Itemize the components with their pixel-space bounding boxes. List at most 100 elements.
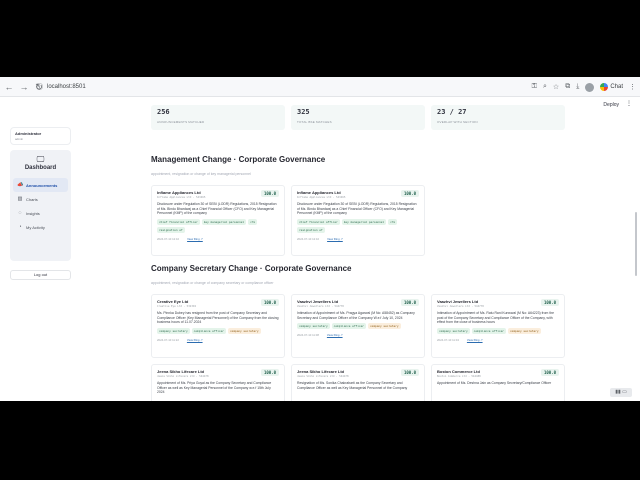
card-footer: 2024-07-10 11:04 View filing ↗ bbox=[437, 338, 559, 342]
announcement-text: Appointment of Ms. Deshna Jain as Compan… bbox=[437, 381, 552, 385]
arrow-right-icon[interactable]: → bbox=[18, 81, 30, 93]
star-icon[interactable]: ☆ bbox=[553, 83, 559, 91]
browser-actions: ⚿ ⌕ ☆ ⧉ ⤓ Chat ⋮ bbox=[532, 80, 636, 94]
sidebar-item-label: My Activity bbox=[26, 224, 45, 230]
media-controls-button[interactable]: ▮▮ ▭ bbox=[610, 388, 632, 397]
section-subtitle: appointment, resignation or change of co… bbox=[151, 281, 274, 285]
app-menu-icon[interactable]: ⋮ bbox=[626, 100, 632, 107]
keyword-tag: chief financial officer bbox=[297, 218, 340, 225]
user-role: admin bbox=[15, 137, 24, 141]
score-badge: 100.0 bbox=[260, 190, 279, 197]
user-name: Administrator bbox=[15, 131, 42, 136]
card-header: Creative Eye Ltd Creative Eye Ltd · 5323… bbox=[157, 299, 279, 308]
monitor-icon: 🖵 bbox=[36, 155, 45, 164]
sidebar-item-charts[interactable]: ▥ Charts bbox=[13, 192, 68, 206]
keyword-tags: chief financial officer key managerial p… bbox=[297, 218, 419, 233]
profile-avatar[interactable] bbox=[585, 82, 595, 92]
sidebar-item-insights[interactable]: ◌ Insights bbox=[13, 206, 68, 220]
company-name: Inflame Appliances Ltd bbox=[157, 190, 201, 195]
announcement-text: Disclosure under Regulation 30 of SEBI (… bbox=[297, 202, 417, 216]
company-name: Creative Eye Ltd bbox=[157, 299, 189, 304]
keyword-tag: company secretary bbox=[297, 323, 330, 330]
company-name: Vaazhvi Jewellers Ltd bbox=[437, 299, 479, 304]
company-meta: Inflame Appliances Ltd · 543465 bbox=[297, 196, 346, 199]
keyword-tag: cfo bbox=[388, 218, 398, 225]
company-meta: Creative Eye Ltd · 532392 bbox=[157, 305, 197, 308]
card-header: Vaazhvi Jewellers Ltd Vaazhvi Jewellers … bbox=[437, 299, 559, 308]
view-filing-link[interactable]: View filing ↗ bbox=[327, 237, 343, 241]
user-card: Administrator admin bbox=[10, 127, 71, 145]
extensions-icon[interactable]: ⧉ bbox=[565, 83, 570, 91]
announcement-text: Intimation of Appointment of Ms. Ratu Ra… bbox=[437, 311, 555, 325]
score-badge: 100.0 bbox=[260, 299, 279, 306]
metric-label: TOTAL BSE MATCHES bbox=[297, 120, 332, 124]
score-badge: 100.0 bbox=[260, 369, 279, 376]
dashboard-title: Dashboard bbox=[24, 165, 57, 171]
score-badge: 100.0 bbox=[400, 299, 419, 306]
zoom-icon[interactable]: ⌕ bbox=[543, 83, 547, 91]
view-filing-link[interactable]: View filing ↗ bbox=[187, 237, 203, 241]
sidebar-item-label: Insights bbox=[26, 210, 40, 216]
sidebar-item-my-activity[interactable]: ◔ My Activity bbox=[13, 220, 68, 234]
announcement-date: 2024-07-10 11:22 bbox=[157, 337, 179, 342]
keyword-tag: compliance officer bbox=[191, 327, 226, 334]
sidebar: Administrator admin 🖵 Dashboard 📣 Announ… bbox=[10, 127, 71, 280]
logout-button[interactable]: Log out bbox=[10, 270, 71, 280]
card-footer: 2024-07-10 12:10 View filing ↗ bbox=[157, 237, 279, 241]
view-filing-link[interactable]: View filing ↗ bbox=[327, 333, 343, 337]
announcement-card: Jeena Sikho Lifecare Ltd Jeena Sikho Lif… bbox=[151, 364, 285, 401]
keyword-tag: company secretary bbox=[157, 327, 190, 334]
keyword-tag: company secretary bbox=[437, 327, 470, 334]
score-badge: 100.0 bbox=[400, 190, 419, 197]
page-scrollbar[interactable] bbox=[635, 212, 637, 276]
keyword-tag: company secretary bbox=[367, 323, 401, 330]
metric-label: OVERLAP WITH SECTION bbox=[437, 120, 478, 124]
view-filing-link[interactable]: View filing ↗ bbox=[467, 338, 483, 342]
chat-label: Chat bbox=[610, 84, 623, 90]
menu-icon[interactable]: ⋮ bbox=[629, 83, 636, 91]
keyword-tags: company secretary compliance officer com… bbox=[437, 327, 559, 334]
keyword-tag: company secretary bbox=[507, 327, 541, 334]
announcement-card: Jeena Sikho Lifecare Ltd Jeena Sikho Lif… bbox=[291, 364, 425, 401]
browser-window: ← → ↻ ⓘ localhost:8501 ⚿ ⌕ ☆ ⧉ ⤓ Chat ⋮ … bbox=[0, 77, 640, 401]
chat-button[interactable]: Chat bbox=[600, 83, 623, 91]
sidebar-item-announcements[interactable]: 📣 Announcements bbox=[13, 178, 68, 192]
announcement-text: Ms. Pinnka Dubey has resigned from the p… bbox=[157, 311, 279, 325]
announcement-card: Inflame Appliances Ltd Inflame Appliance… bbox=[151, 185, 285, 256]
key-icon[interactable]: ⚿ bbox=[532, 83, 537, 91]
card-header: Inflame Appliances Ltd Inflame Appliance… bbox=[157, 190, 279, 199]
company-meta: Boston Commerce Ltd · 544488 bbox=[437, 375, 481, 378]
announcement-date: 2024-07-10 11:04 bbox=[437, 337, 459, 342]
keyword-tag: key managerial personnel bbox=[341, 218, 387, 225]
arrow-left-icon[interactable]: ← bbox=[3, 81, 15, 93]
announcement-date: 2024-07-10 12:10 bbox=[297, 236, 320, 241]
announcement-date: 2024-07-10 12:10 bbox=[157, 236, 180, 241]
announcement-card: Boston Commerce Ltd Boston Commerce Ltd … bbox=[431, 364, 565, 401]
address-bar[interactable]: ⓘ localhost:8501 bbox=[36, 80, 560, 94]
company-meta: Jeena Sikho Lifecare Ltd · 544478 bbox=[157, 375, 209, 378]
announcement-card: Vaazhvi Jewellers Ltd Vaazhvi Jewellers … bbox=[431, 294, 565, 358]
announcement-date: 2024-07-10 11:08 bbox=[297, 333, 319, 338]
announcement-text: Disclosure under Regulation 30 of SEBI (… bbox=[157, 202, 277, 216]
megaphone-icon: 📣 bbox=[17, 182, 24, 188]
card-footer: 2024-07-10 11:22 View filing ↗ bbox=[157, 338, 279, 342]
announcement-text: Appointment of Ms. Priya Goyal as the Co… bbox=[157, 381, 272, 395]
company-name: Inflame Appliances Ltd bbox=[297, 190, 341, 195]
metric-card: 23 / 27 OVERLAP WITH SECTION bbox=[431, 105, 565, 130]
url-text: localhost:8501 bbox=[47, 84, 86, 90]
keyword-tags: chief financial officer key managerial p… bbox=[157, 218, 279, 233]
app-page: Deploy ⋮ Administrator admin 🖵 Dashboard… bbox=[0, 97, 640, 401]
metric-value: 256 bbox=[157, 108, 170, 116]
keyword-tag: key managerial personnel bbox=[201, 218, 247, 225]
site-info-icon[interactable]: ⓘ bbox=[36, 82, 43, 92]
chat-logo-icon bbox=[600, 83, 609, 91]
card-header: Jeena Sikho Lifecare Ltd Jeena Sikho Lif… bbox=[297, 369, 419, 378]
card-header: Inflame Appliances Ltd Inflame Appliance… bbox=[297, 190, 419, 199]
download-icon[interactable]: ⤓ bbox=[576, 83, 579, 91]
keyword-tag: compliance officer bbox=[471, 327, 506, 334]
announcement-text: Resignation of Ms. Sonika Chakrabarti as… bbox=[297, 381, 408, 390]
keyword-tag: company secretary bbox=[227, 327, 261, 334]
deploy-button[interactable]: Deploy bbox=[603, 102, 619, 108]
view-filing-link[interactable]: View filing ↗ bbox=[187, 338, 203, 342]
keyword-tags: company secretary compliance officer com… bbox=[157, 327, 279, 334]
